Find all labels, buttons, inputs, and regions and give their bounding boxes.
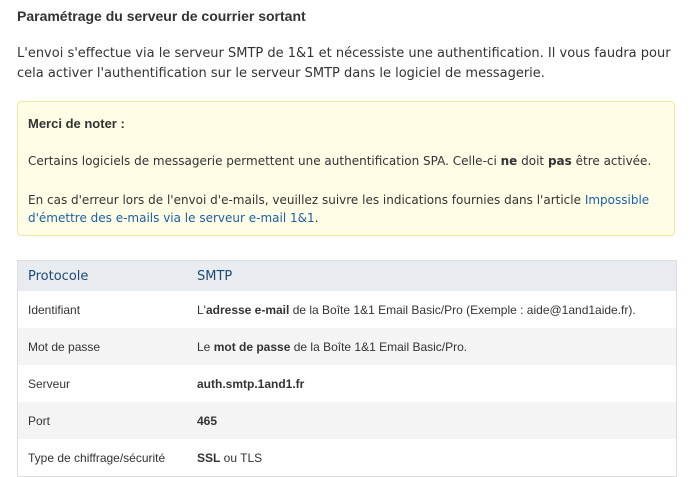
value-emphasis: mot de passe	[213, 339, 291, 354]
header-cell-value: SMTP	[197, 268, 233, 284]
smtp-settings-table: Protocole SMTP Identifiant L'adresse e-m…	[17, 260, 677, 477]
table-header-row: Protocole SMTP	[18, 261, 676, 291]
table-row: Port 465	[18, 402, 676, 439]
note-paragraph-error: En cas d'erreur lors de l'envoi d'e-mail…	[28, 191, 668, 227]
value-text: de la Boîte 1&1 Email Basic/Pro.	[290, 339, 468, 354]
intro-paragraph: L'envoi s'effectue via le serveur SMTP d…	[17, 46, 671, 81]
row-value: auth.smtp.1and1.fr	[187, 377, 676, 391]
table-row: Identifiant L'adresse e-mail de la Boîte…	[18, 291, 676, 328]
page-title: Paramétrage du serveur de courrier sorta…	[17, 8, 306, 24]
row-value: L'adresse e-mail de la Boîte 1&1 Email B…	[187, 303, 676, 317]
value-emphasis: adresse e-mail	[205, 302, 290, 317]
note-emphasis-ne: ne	[500, 154, 518, 168]
note-box: Merci de noter : Certains logiciels de m…	[17, 101, 675, 236]
note-emphasis-pas: pas	[547, 154, 572, 168]
note-text: être activée.	[571, 154, 652, 168]
value-text: ou TLS	[220, 450, 263, 465]
row-value: 465	[187, 414, 676, 428]
value-text: L'	[197, 302, 206, 317]
table-row: Serveur auth.smtp.1and1.fr	[18, 365, 676, 402]
note-text: En cas d'erreur lors de l'envoi d'e-mail…	[28, 193, 585, 207]
table-row: Mot de passe Le mot de passe de la Boîte…	[18, 328, 676, 365]
table-row: Type de chiffrage/sécurité SSL ou TLS	[18, 439, 676, 476]
value-emphasis: auth.smtp.1and1.fr	[197, 376, 305, 391]
note-text: doit	[517, 154, 548, 168]
row-value: Le mot de passe de la Boîte 1&1 Email Ba…	[187, 340, 676, 354]
value-text: de la Boîte 1&1 Email Basic/Pro (Exemple…	[289, 302, 636, 317]
note-title: Merci de noter :	[28, 116, 125, 131]
row-label: Identifiant	[28, 302, 81, 317]
note-text: Certains logiciels de messagerie permett…	[28, 154, 501, 168]
row-label: Serveur	[28, 376, 71, 391]
header-cell-label: Protocole	[28, 268, 89, 284]
note-paragraph-spa: Certains logiciels de messagerie permett…	[28, 152, 651, 170]
value-emphasis: 465	[197, 413, 218, 428]
row-label: Port	[28, 413, 51, 428]
value-text: Le	[197, 339, 214, 354]
row-label: Mot de passe	[28, 339, 101, 354]
value-emphasis: SSL	[197, 450, 221, 465]
row-value: SSL ou TLS	[187, 451, 676, 465]
note-text: .	[314, 211, 319, 225]
row-label: Type de chiffrage/sécurité	[28, 450, 166, 465]
page: Paramétrage du serveur de courrier sorta…	[0, 0, 695, 477]
